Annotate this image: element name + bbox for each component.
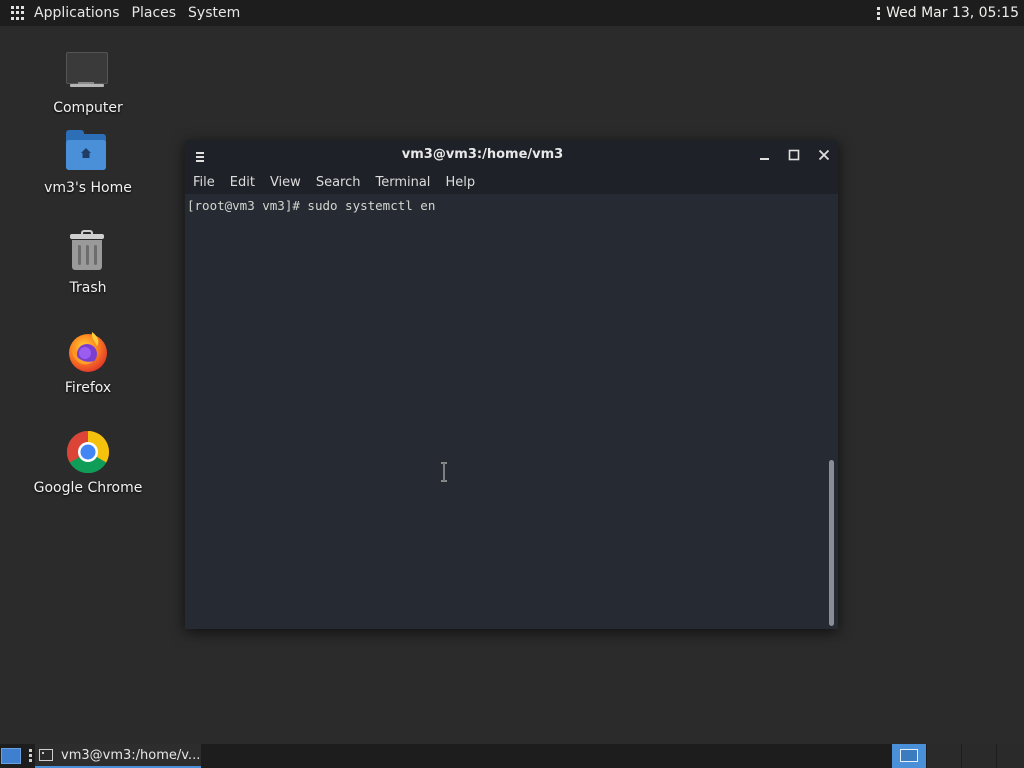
bottom-panel: vm3@vm3:/home/v... [0, 744, 1024, 768]
workspace-1[interactable] [892, 744, 926, 768]
menu-help[interactable]: Help [437, 175, 482, 190]
workspace-2[interactable] [927, 744, 961, 768]
desktop-icon-computer[interactable]: Computer [23, 48, 153, 116]
terminal-menu-bar: File Edit View Search Terminal Help [185, 170, 838, 194]
minimize-icon [760, 158, 769, 160]
shell-prompt: [root@vm3 vm3]# [187, 198, 300, 213]
trash-icon [64, 228, 112, 276]
panel-handle-icon[interactable] [877, 6, 881, 20]
computer-icon [64, 48, 112, 96]
apps-grid-icon[interactable] [11, 6, 25, 20]
maximize-button[interactable] [785, 146, 803, 164]
workspace-window-thumbnail [900, 749, 918, 762]
desktop-icon-home[interactable]: vm3's Home [23, 128, 153, 196]
terminal-output[interactable]: [root@vm3 vm3]# sudo systemctl en [185, 194, 838, 629]
maximize-icon [788, 149, 800, 161]
menu-edit[interactable]: Edit [222, 175, 262, 190]
minimize-button[interactable] [755, 146, 773, 164]
desktop-icon-label: vm3's Home [44, 180, 132, 196]
home-folder-icon [64, 128, 112, 176]
desktop-icon-trash[interactable]: Trash [23, 228, 153, 296]
show-desktop-button[interactable] [1, 748, 21, 764]
chrome-icon [64, 428, 112, 476]
close-button[interactable] [815, 146, 833, 164]
text-cursor-icon [441, 462, 447, 482]
menu-file[interactable]: File [185, 175, 222, 190]
desktop-icon-chrome[interactable]: Google Chrome [23, 428, 153, 496]
close-icon [818, 149, 830, 161]
terminal-window[interactable]: vm3@vm3:/home/vm3 File Edit View Search … [185, 140, 838, 629]
menu-search[interactable]: Search [308, 175, 368, 190]
typed-command: sudo systemctl en [307, 198, 436, 213]
desktop-icon-label: Firefox [64, 380, 112, 396]
places-menu[interactable]: Places [129, 5, 186, 21]
top-panel: Applications Places System Wed Mar 13, 0… [0, 0, 1024, 26]
terminal-icon [39, 749, 53, 761]
applications-menu[interactable]: Applications [31, 5, 129, 21]
scrollbar[interactable] [829, 198, 835, 626]
system-menu[interactable]: System [185, 5, 249, 21]
scrollbar-thumb[interactable] [829, 460, 834, 626]
desktop-icon-firefox[interactable]: Firefox [23, 328, 153, 396]
command-line: [root@vm3 vm3]# sudo systemctl en [187, 198, 435, 213]
title-bar[interactable]: vm3@vm3:/home/vm3 [185, 140, 838, 170]
desktop-icon-label: Google Chrome [33, 480, 143, 496]
desktop-icon-label: Computer [53, 100, 123, 116]
taskbar-window-button[interactable]: vm3@vm3:/home/v... [35, 744, 201, 768]
workspace-3[interactable] [962, 744, 996, 768]
clock[interactable]: Wed Mar 13, 05:15 [886, 5, 1019, 21]
taskbar-window-label: vm3@vm3:/home/v... [61, 747, 201, 763]
menu-terminal[interactable]: Terminal [367, 175, 437, 190]
menu-view[interactable]: View [262, 175, 308, 190]
desktop-icon-label: Trash [69, 280, 107, 296]
window-title: vm3@vm3:/home/vm3 [401, 147, 564, 162]
workspace-4[interactable] [997, 744, 1024, 768]
firefox-icon [64, 328, 112, 376]
panel-handle-icon[interactable] [29, 749, 32, 762]
